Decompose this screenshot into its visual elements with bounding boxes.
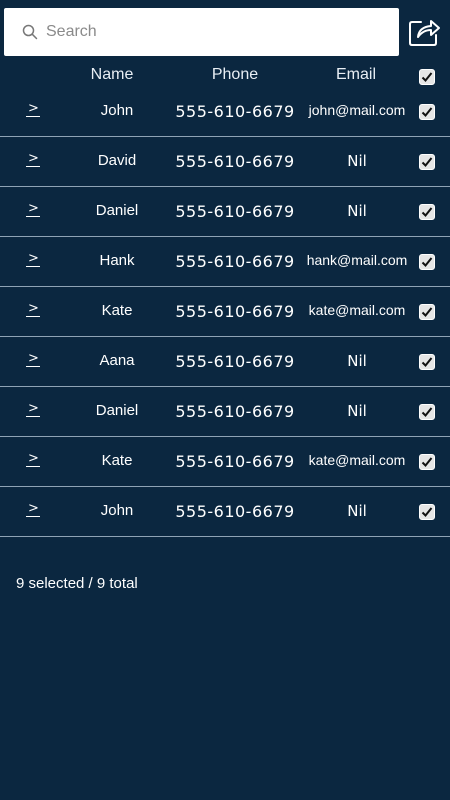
share-icon[interactable] (407, 14, 441, 48)
select-all-checkbox[interactable] (419, 69, 435, 85)
chevron-underline (26, 166, 40, 167)
checkmark-icon (421, 307, 433, 317)
contact-phone: 555-610-6679 (175, 252, 295, 271)
row-select-checkbox[interactable] (419, 204, 435, 220)
chevron-underline (26, 366, 40, 367)
contact-name: Kate (101, 302, 133, 319)
row-select-checkbox[interactable] (419, 504, 435, 520)
checkmark-icon (421, 357, 433, 367)
contact-email: Nil (347, 502, 367, 520)
chevron-right-icon: > (28, 451, 39, 466)
contact-phone: 555-610-6679 (175, 452, 295, 471)
row-select-checkbox[interactable] (419, 354, 435, 370)
expand-row-button[interactable]: > (24, 152, 42, 170)
contact-phone: 555-610-6679 (175, 302, 295, 321)
contact-phone: 555-610-6679 (175, 152, 295, 171)
chevron-underline (26, 316, 40, 317)
search-input[interactable] (44, 16, 386, 48)
chevron-right-icon: > (28, 151, 39, 166)
checkmark-icon (421, 457, 433, 467)
chevron-right-icon: > (28, 401, 39, 416)
chevron-right-icon: > (28, 501, 39, 516)
expand-row-button[interactable]: > (24, 252, 42, 270)
chevron-right-icon: > (28, 101, 39, 116)
checkmark-icon (421, 407, 433, 417)
contacts-screen: Name Phone Email > John 555-610-6679 joh… (0, 0, 450, 800)
contact-phone: 555-610-6679 (175, 352, 295, 371)
chevron-right-icon: > (28, 301, 39, 316)
checkmark-icon (421, 72, 433, 82)
contact-email: Nil (347, 202, 367, 220)
contact-name: Hank (99, 252, 135, 269)
chevron-underline (26, 466, 40, 467)
contact-email: hank@mail.com (306, 252, 408, 268)
chevron-underline (26, 216, 40, 217)
row-select-checkbox[interactable] (419, 454, 435, 470)
contact-email: Nil (347, 352, 367, 370)
chevron-underline (26, 416, 40, 417)
expand-row-button[interactable]: > (24, 402, 42, 420)
contact-email: john@mail.com (308, 102, 406, 118)
table-row: > Daniel 555-610-6679 Nil (0, 187, 450, 237)
contact-name: Daniel (95, 202, 139, 219)
checkmark-icon (421, 157, 433, 167)
expand-row-button[interactable]: > (24, 352, 42, 370)
table-header: Name Phone Email (0, 62, 450, 90)
chevron-underline (26, 516, 40, 517)
chevron-underline (26, 266, 40, 267)
expand-row-button[interactable]: > (24, 102, 42, 120)
contact-name: Aana (99, 352, 135, 369)
selection-summary: 9 selected / 9 total (16, 575, 138, 592)
top-bar (0, 0, 450, 62)
contact-name: Kate (101, 452, 133, 469)
expand-row-button[interactable]: > (24, 452, 42, 470)
checkmark-icon (421, 257, 433, 267)
row-select-checkbox[interactable] (419, 254, 435, 270)
column-header-email: Email (335, 66, 376, 83)
row-select-checkbox[interactable] (419, 404, 435, 420)
contact-phone: 555-610-6679 (175, 202, 295, 221)
contact-name: Daniel (95, 402, 139, 419)
column-header-name: Name (90, 66, 134, 83)
table-row: > Daniel 555-610-6679 Nil (0, 387, 450, 437)
chevron-underline (26, 116, 40, 117)
chevron-right-icon: > (28, 251, 39, 266)
checkmark-icon (421, 507, 433, 517)
contact-name: John (100, 502, 134, 519)
contact-phone: 555-610-6679 (175, 502, 295, 521)
expand-row-button[interactable]: > (24, 502, 42, 520)
table-row: > Hank 555-610-6679 hank@mail.com (0, 237, 450, 287)
contact-name: David (97, 152, 137, 169)
search-box[interactable] (4, 8, 399, 56)
table-row: > Aana 555-610-6679 Nil (0, 337, 450, 387)
table-row: > John 555-610-6679 Nil (0, 487, 450, 537)
row-select-checkbox[interactable] (419, 154, 435, 170)
row-select-checkbox[interactable] (419, 104, 435, 120)
table-row: > Kate 555-610-6679 kate@mail.com (0, 437, 450, 487)
contact-phone: 555-610-6679 (175, 102, 295, 121)
contacts-table: > John 555-610-6679 john@mail.com > Davi… (0, 87, 450, 537)
chevron-right-icon: > (28, 351, 39, 366)
table-row: > John 555-610-6679 john@mail.com (0, 87, 450, 137)
chevron-right-icon: > (28, 201, 39, 216)
search-icon (22, 24, 38, 40)
contact-email: Nil (347, 152, 367, 170)
table-row: > Kate 555-610-6679 kate@mail.com (0, 287, 450, 337)
contact-email: kate@mail.com (308, 452, 406, 468)
contact-email: Nil (347, 402, 367, 420)
checkmark-icon (421, 207, 433, 217)
contact-name: John (100, 102, 134, 119)
table-row: > David 555-610-6679 Nil (0, 137, 450, 187)
contact-phone: 555-610-6679 (175, 402, 295, 421)
contact-email: kate@mail.com (308, 302, 406, 318)
expand-row-button[interactable]: > (24, 202, 42, 220)
row-select-checkbox[interactable] (419, 304, 435, 320)
expand-row-button[interactable]: > (24, 302, 42, 320)
column-header-phone: Phone (211, 66, 259, 83)
checkmark-icon (421, 107, 433, 117)
